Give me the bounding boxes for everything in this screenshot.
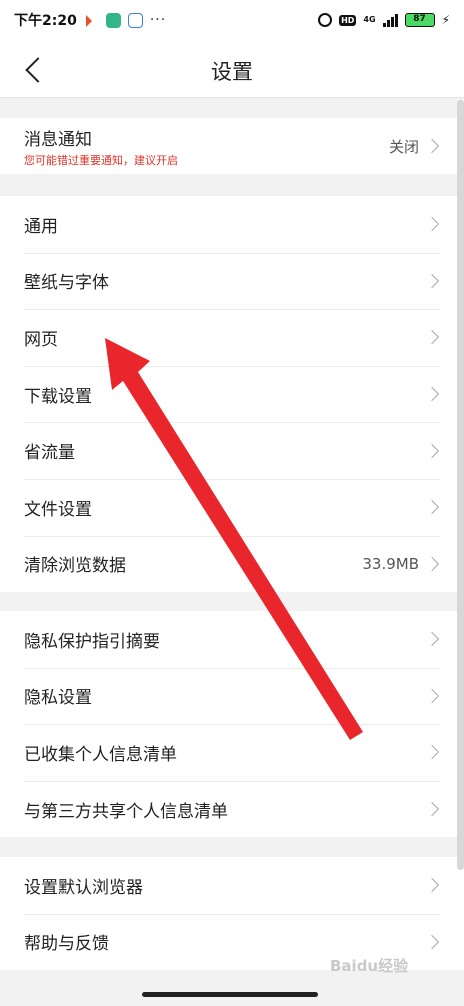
row-label: 通用 <box>24 216 58 237</box>
settings-row-collected-info[interactable]: 已收集个人信息清单 <box>0 724 464 781</box>
row-label: 帮助与反馈 <box>24 934 109 955</box>
chevron-right-icon <box>424 443 440 458</box>
notification-setting-row[interactable]: 消息通知 您可能错过重要通知，建议开启 关闭 <box>0 118 464 174</box>
row-right <box>424 802 440 817</box>
notification-texts: 消息通知 您可能错过重要通知，建议开启 <box>24 125 178 168</box>
cache-size: 33.9MB <box>362 554 419 573</box>
row-right <box>424 273 440 288</box>
notification-label: 消息通知 <box>24 129 92 150</box>
chevron-right-icon <box>424 632 440 647</box>
chevron-right-icon <box>424 878 440 893</box>
more-notifications-icon: ··· <box>149 12 167 28</box>
settings-row-privacy[interactable]: 隐私设置 <box>0 667 464 725</box>
watermark-logo: Baidu经验 <box>330 957 409 975</box>
row-label: 文件设置 <box>24 499 92 520</box>
nav-bar: 设置 <box>0 40 464 98</box>
chevron-right-icon <box>424 688 440 703</box>
signal-icon <box>382 13 398 27</box>
row-right <box>424 217 440 232</box>
home-indicator[interactable] <box>142 992 318 997</box>
row-right <box>424 443 440 458</box>
status-right: HD 4G 87 ⚡ <box>318 13 450 27</box>
row-label: 隐私保护指引摘要 <box>24 631 160 652</box>
chevron-right-icon <box>424 802 440 817</box>
row-label: 设置默认浏览器 <box>24 877 143 898</box>
settings-row-data-saver[interactable]: 省流量 <box>0 422 464 479</box>
chevron-right-icon <box>424 500 440 515</box>
row-right: 33.9MB <box>362 555 440 573</box>
other-settings-group: 设置默认浏览器 帮助与反馈 <box>0 857 464 971</box>
status-time: 下午2:20 <box>14 13 77 29</box>
chevron-right-icon <box>424 273 440 288</box>
chevron-right-icon <box>424 745 440 760</box>
status-left: 下午2:20 ··· <box>14 10 166 30</box>
browser-app-icon <box>127 12 143 28</box>
scrollbar[interactable] <box>457 100 464 870</box>
notification-status: 关闭 <box>388 137 419 156</box>
row-right <box>424 745 440 760</box>
general-settings-group: 通用 壁纸与字体 网页 下载设置 省流量 文件设置 清除浏览数据 33.9MB <box>0 196 464 593</box>
settings-row-privacy-summary[interactable]: 隐私保护指引摘要 <box>0 611 464 668</box>
status-bar: 下午2:20 ··· HD 4G 87 ⚡ <box>0 0 464 40</box>
chevron-right-icon <box>424 330 440 345</box>
charging-icon: ⚡ <box>441 13 450 27</box>
chevron-right-icon <box>424 556 440 571</box>
notification-warning: 您可能错过重要通知，建议开启 <box>24 153 178 167</box>
chevron-right-icon <box>424 217 440 232</box>
chevron-right-icon <box>424 138 440 154</box>
chevron-right-icon <box>424 934 440 949</box>
page-title: 设置 <box>211 60 253 84</box>
row-label: 隐私设置 <box>24 688 92 709</box>
chevron-right-icon <box>424 387 440 402</box>
row-label: 清除浏览数据 <box>24 556 126 577</box>
row-label: 与第三方共享个人信息清单 <box>24 801 228 822</box>
row-right <box>424 688 440 703</box>
privacy-settings-group: 隐私保护指引摘要 隐私设置 已收集个人信息清单 与第三方共享个人信息清单 <box>0 611 464 838</box>
settings-row-clear-data[interactable]: 清除浏览数据 33.9MB <box>0 535 464 593</box>
settings-row-file[interactable]: 文件设置 <box>0 478 464 536</box>
settings-row-third-party-info[interactable]: 与第三方共享个人信息清单 <box>0 780 464 838</box>
notification-group: 消息通知 您可能错过重要通知，建议开启 关闭 <box>0 118 464 174</box>
battery-icon: 87 <box>404 13 435 27</box>
settings-row-default-browser[interactable]: 设置默认浏览器 <box>0 857 464 914</box>
alarm-icon <box>318 13 333 27</box>
row-label: 壁纸与字体 <box>24 273 109 294</box>
row-right <box>424 387 440 402</box>
settings-row-general[interactable]: 通用 <box>0 196 464 253</box>
row-right <box>424 500 440 515</box>
row-label: 已收集个人信息清单 <box>24 744 177 765</box>
settings-row-download[interactable]: 下载设置 <box>0 365 464 423</box>
row-right <box>424 934 440 949</box>
row-right <box>424 632 440 647</box>
row-right <box>424 330 440 345</box>
settings-row-webpage[interactable]: 网页 <box>0 309 464 366</box>
shield-app-icon <box>105 12 121 28</box>
row-label: 省流量 <box>24 443 75 464</box>
row-right <box>424 878 440 893</box>
row-label: 下载设置 <box>24 386 92 407</box>
notification-right: 关闭 <box>389 136 440 157</box>
row-label: 网页 <box>24 329 58 350</box>
hd-icon: HD <box>339 14 357 26</box>
network-type: 4G <box>363 15 376 24</box>
app-notification-icon <box>84 13 99 28</box>
settings-row-wallpaper-font[interactable]: 壁纸与字体 <box>0 252 464 310</box>
